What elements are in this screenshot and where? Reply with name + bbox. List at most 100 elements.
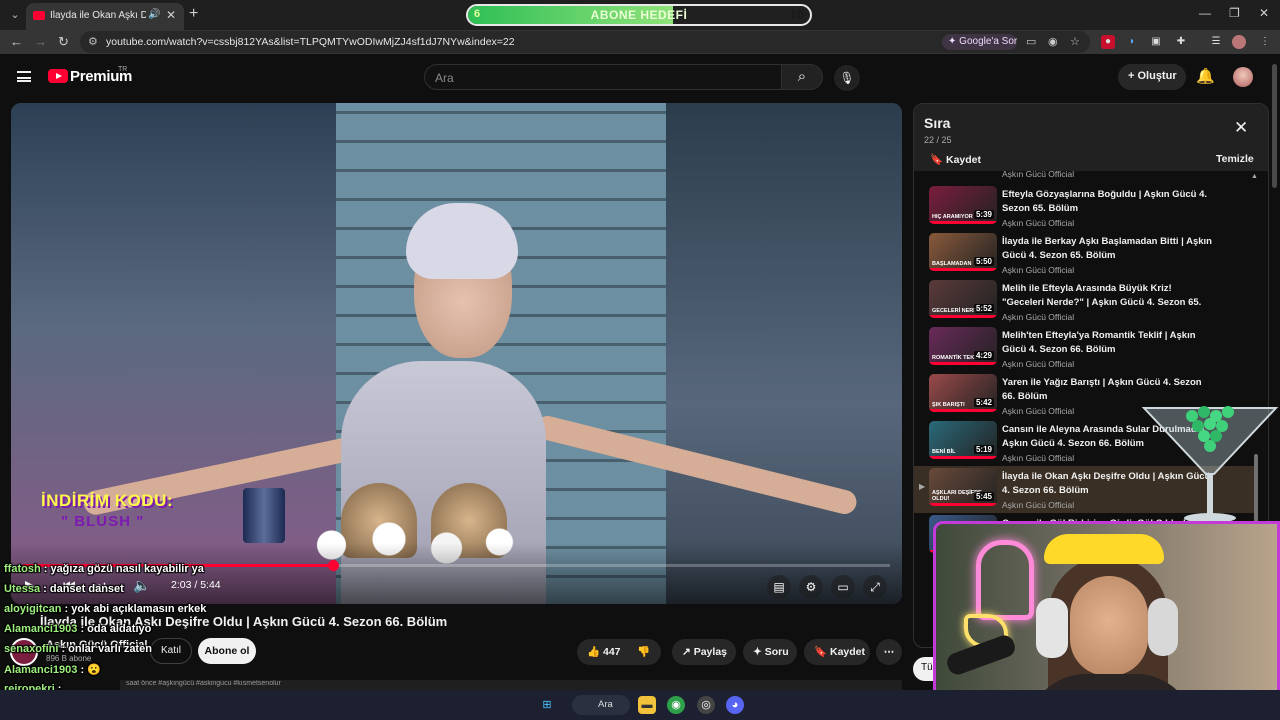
promo-title: İNDİRİM KODU:: [41, 491, 174, 510]
scroll-up-arrow-icon[interactable]: ▲: [1251, 173, 1258, 180]
playlist-item-title[interactable]: Efteyla Gözyaşlarına Boğuldu | Aşkın Güc…: [1002, 188, 1212, 215]
region-code: TR: [118, 66, 128, 73]
maximize-icon[interactable]: ❐: [1229, 6, 1240, 20]
profile-avatar-icon[interactable]: [1232, 35, 1246, 49]
fullscreen-icon[interactable]: ⤢: [863, 575, 887, 599]
chat-text: : 😮: [77, 664, 101, 676]
tab-search-chevron-icon[interactable]: ⌄: [6, 6, 24, 24]
video-progress-scrubber[interactable]: [327, 560, 339, 571]
playlist-item-duration: 5:42: [973, 398, 994, 407]
playlist-item[interactable]: GECELERİ NERDE 5:52 Melih ile Efteyla Aras…: [914, 278, 1258, 325]
window-close-icon[interactable]: ✕: [1259, 6, 1269, 20]
playlist-item-title[interactable]: Yaren ile Yağız Barıştı | Aşkın Gücü 4. …: [1002, 376, 1212, 403]
dislike-icon[interactable]: 👎: [637, 639, 650, 665]
playlist-item[interactable]: BAŞLAMADAN 5:50 İlayda ile Berkay Aşkı Baş…: [914, 231, 1258, 278]
playlist-item-thumbnail[interactable]: ROMANTİK TEKLİF 4:29: [929, 327, 997, 365]
like-button[interactable]: 👍 447 👎: [577, 639, 661, 665]
chat-message: ffatosh : yağıza gözü nasıl kayabilir ya: [4, 563, 204, 575]
file-explorer-icon[interactable]: ▬: [638, 696, 656, 714]
address-bar[interactable]: ⚙ youtube.com/watch?v=cssbj812YAs&list=T…: [80, 31, 1090, 53]
browser-tab-active[interactable]: İlayda ile Okan Aşkı Deşifre 🔊 ✕: [26, 3, 184, 30]
youtube-header: Premium TR Ara ⌕ 🎙 + Oluştur 🔔: [0, 54, 1280, 102]
youtube-logo-icon[interactable]: [48, 69, 68, 83]
more-actions-icon[interactable]: ⋯: [876, 639, 902, 665]
back-arrow-icon[interactable]: ←: [10, 34, 23, 49]
subscribe-button[interactable]: Abone ol: [198, 638, 256, 664]
playlist-item-title[interactable]: Melih ile Efteyla Arasında Büyük Kriz! "…: [1002, 282, 1212, 309]
playlist-item-thumbnail[interactable]: BAŞLAMADAN 5:50: [929, 233, 997, 271]
volume-icon[interactable]: 🔈: [133, 577, 150, 594]
playlist-item-title[interactable]: Melih'ten Efteyla'ya Romantik Teklif | A…: [1002, 329, 1212, 356]
theater-mode-icon[interactable]: ▭: [831, 575, 855, 599]
current-time: 2:03: [171, 579, 192, 591]
playlist-item-thumbnail[interactable]: BENİ BİL 5:19: [929, 421, 997, 459]
reload-icon[interactable]: ↻: [58, 34, 69, 50]
account-avatar[interactable]: [1233, 67, 1253, 87]
menu-hamburger-icon[interactable]: [17, 71, 31, 82]
chrome-icon[interactable]: ◉: [667, 696, 685, 714]
subtitles-icon[interactable]: ▤: [767, 575, 791, 599]
playlist-item[interactable]: HIÇ ARAMIYOR 5:39 Efteyla Gözyaşlarına Boğ…: [914, 184, 1258, 231]
browser-menu-icon[interactable]: ⋮: [1258, 35, 1272, 49]
playlist-item-title[interactable]: İlayda ile Berkay Aşkı Başlamadan Bitti …: [1002, 235, 1212, 262]
watched-progress-bar: [929, 315, 997, 318]
video-time: 2:03 / 5:44: [171, 579, 221, 591]
extension-audio-icon[interactable]: ◗: [1125, 35, 1139, 49]
ask-label: Soru: [764, 646, 789, 658]
obs-icon[interactable]: ◎: [697, 696, 715, 714]
new-tab-plus-icon[interactable]: +: [189, 5, 198, 23]
search-input[interactable]: Ara: [424, 64, 782, 90]
eye-off-icon[interactable]: ◉: [1048, 35, 1058, 48]
playlist-item-channel: Aşkın Gücü Official: [1002, 406, 1075, 416]
windows-start-icon[interactable]: ⊞: [538, 696, 556, 714]
cast-icon[interactable]: ▭: [1026, 35, 1036, 48]
site-info-icon[interactable]: ⚙: [88, 35, 98, 48]
extension-twitch-icon[interactable]: ▣: [1149, 35, 1163, 49]
tab-audio-icon[interactable]: 🔊: [148, 9, 160, 20]
search-icon[interactable]: ⌕: [781, 64, 823, 90]
minimize-icon[interactable]: —: [1199, 6, 1211, 20]
discord-icon[interactable]: ◕: [726, 696, 744, 714]
chat-text: : yok abi açıklamasın erkek: [61, 603, 207, 615]
bookmark-star-icon[interactable]: ☆: [1070, 35, 1080, 48]
playlist-item-thumbnail[interactable]: HIÇ ARAMIYOR 5:39: [929, 186, 997, 224]
join-button[interactable]: Katıl: [150, 638, 192, 664]
reading-list-icon[interactable]: ☰: [1209, 35, 1223, 49]
playlist-title: Sıra: [924, 115, 951, 131]
chat-username: Alamanci1903: [4, 623, 78, 635]
extension-red-icon[interactable]: ●: [1101, 35, 1115, 49]
taskbar-search[interactable]: Ara: [572, 695, 630, 715]
playlist-item-thumbnail[interactable]: ŞIK BARIŞTI 5:42: [929, 374, 997, 412]
forward-arrow-icon[interactable]: →: [34, 34, 47, 49]
like-count: 447: [603, 646, 621, 658]
watched-progress-bar: [929, 268, 997, 271]
watched-progress-bar: [929, 409, 997, 412]
ask-button[interactable]: ✦ Soru: [743, 639, 797, 665]
browser-tab-bar: ⌄ İlayda ile Okan Aşkı Deşifre 🔊 ✕ + 6 A…: [0, 0, 1280, 30]
page-scrollbar[interactable]: [1272, 64, 1277, 188]
chat-message: Utessa : danset danset: [4, 583, 124, 595]
share-button[interactable]: ↗ Paylaş: [672, 639, 736, 665]
chat-username: senaxofini: [4, 643, 59, 655]
url-text[interactable]: youtube.com/watch?v=cssbj812YAs&list=TLP…: [106, 36, 515, 48]
tab-close-icon[interactable]: ✕: [166, 8, 176, 22]
create-button[interactable]: + Oluştur: [1118, 64, 1186, 90]
playlist-item-thumbnail[interactable]: AŞKLARI DEŞİFRE OLDU! 5:45: [929, 468, 997, 506]
extensions-puzzle-icon[interactable]: ✚: [1174, 35, 1188, 49]
chat-text: : oda aldatıyo: [77, 623, 152, 635]
description-snippet[interactable]: saat önce #aşkıngücü #askingucu #kısmets…: [120, 680, 902, 690]
save-button[interactable]: 🔖 Kaydet: [804, 639, 870, 665]
playlist-save-button[interactable]: 🔖 Kaydet: [930, 153, 981, 166]
notifications-bell-icon[interactable]: 🔔: [1196, 67, 1215, 85]
microphone-icon[interactable]: 🎙: [834, 65, 860, 91]
thumbnail-caption: HIÇ ARAMIYOR: [932, 214, 973, 220]
playlist-item[interactable]: ROMANTİK TEKLİF 4:29 Melih'ten Efteyla'ya …: [914, 325, 1258, 372]
video-player[interactable]: İNDİRİM KODU: " BLUSH " ▶ ⏮ ⏭ 🔈 2:03 / 5…: [11, 103, 902, 604]
playlist-item-thumbnail[interactable]: GECELERİ NERDE 5:52: [929, 280, 997, 318]
playlist-clear-button[interactable]: Temizle: [1216, 153, 1254, 165]
ask-google-button[interactable]: ✦ Google'a Sor: [942, 34, 1017, 50]
playlist-close-icon[interactable]: ✕: [1234, 118, 1248, 138]
settings-gear-icon[interactable]: ⚙: [799, 575, 823, 599]
playlist-item-channel: Aşkın Gücü Official: [1002, 500, 1075, 510]
goal-end-value: 10: [789, 7, 804, 22]
